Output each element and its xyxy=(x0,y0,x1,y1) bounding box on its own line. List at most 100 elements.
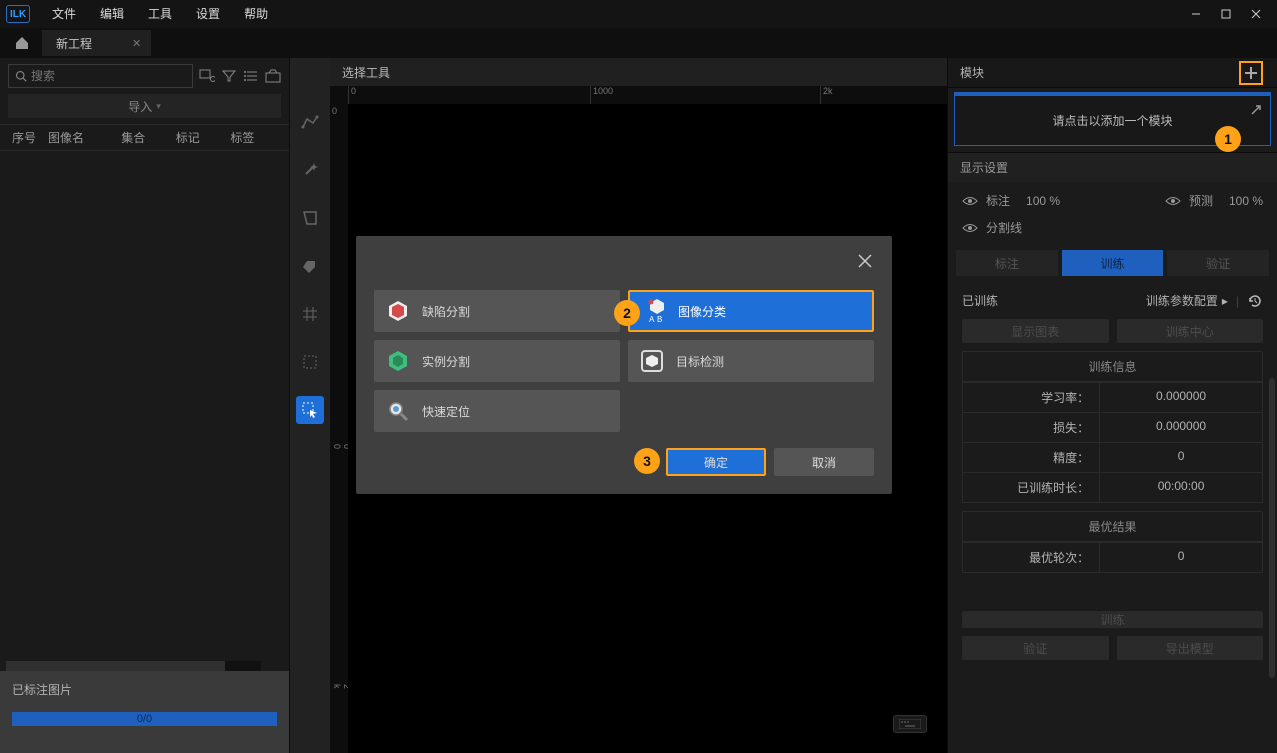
info-label: 已训练时长： xyxy=(963,472,1100,502)
module-option-image-classification[interactable]: 2 AB 图像分类 xyxy=(628,290,874,332)
eye-icon[interactable] xyxy=(1165,193,1181,209)
classification-icon: AB xyxy=(640,297,668,325)
col-mark[interactable]: 标记 xyxy=(172,129,227,146)
module-option-label: 目标检测 xyxy=(676,353,724,370)
import-button[interactable]: 导入 xyxy=(8,94,281,118)
best-result-table: 最优结果 最优轮次：0 xyxy=(962,511,1263,573)
eye-icon[interactable] xyxy=(962,193,978,209)
eye-icon[interactable] xyxy=(962,220,978,236)
project-tab-title: 新工程 xyxy=(56,35,92,52)
annotation-visibility-label: 标注 xyxy=(986,192,1010,209)
module-placeholder-text: 请点击以添加一个模块 xyxy=(1052,112,1172,129)
tab-train[interactable]: 训练 xyxy=(1062,250,1164,276)
right-panel-v-scrollbar[interactable] xyxy=(1269,378,1275,678)
module-option-defect-segmentation[interactable]: 缺陷分割 xyxy=(374,290,620,332)
tab-annotate[interactable]: 标注 xyxy=(956,250,1058,276)
magnifier-icon xyxy=(384,397,412,425)
filter-icon[interactable] xyxy=(221,65,237,87)
col-set[interactable]: 集合 xyxy=(117,129,172,146)
history-icon[interactable] xyxy=(1247,293,1263,309)
image-list-header: 序号 图像名 集合 标记 标签 xyxy=(0,124,289,151)
image-list-h-scrollbar[interactable] xyxy=(6,661,261,671)
module-type-dialog: 缺陷分割 2 AB 图像分类 实例分割 目标检测 快速定位 3 确定 取消 xyxy=(356,236,892,494)
import-label: 导入 xyxy=(128,98,152,115)
training-info-table: 训练信息 学习率：0.000000 损失：0.000000 精度：0 已训练时长… xyxy=(962,351,1263,503)
image-list-panel: 导入 序号 图像名 集合 标记 标签 已标注图片 0/0 xyxy=(0,58,290,753)
vertical-toolbar xyxy=(290,58,330,753)
module-option-object-detection[interactable]: 目标检测 xyxy=(628,340,874,382)
mode-tabs: 标注 训练 验证 xyxy=(948,246,1277,280)
annotation-progress-value: 0/0 xyxy=(12,712,277,726)
vertical-ruler: 0 1000 2k xyxy=(330,104,348,753)
image-settings-icon[interactable] xyxy=(199,65,215,87)
home-button[interactable] xyxy=(6,28,38,58)
tool-eraser[interactable] xyxy=(296,252,324,280)
col-name[interactable]: 图像名 xyxy=(44,129,117,146)
horizontal-ruler: 0 1000 2k xyxy=(330,86,947,104)
canvas-tool-title: 选择工具 xyxy=(330,58,947,86)
project-tab[interactable]: 新工程 ✕ xyxy=(42,30,151,56)
display-settings-title: 显示设置 xyxy=(948,152,1277,182)
search-input[interactable] xyxy=(31,69,186,83)
info-value: 0.000000 xyxy=(1100,382,1262,412)
tool-polygon[interactable] xyxy=(296,204,324,232)
tool-grid[interactable] xyxy=(296,300,324,328)
menu-help[interactable]: 帮助 xyxy=(232,0,280,28)
export-model-button[interactable]: 导出模型 xyxy=(1117,636,1264,660)
module-option-fast-locate[interactable]: 快速定位 xyxy=(374,390,620,432)
validate-button[interactable]: 验证 xyxy=(962,636,1109,660)
app-menubar: ILK 文件 编辑 工具 设置 帮助 xyxy=(0,0,1277,28)
dialog-ok-button[interactable]: 确定 xyxy=(666,448,766,476)
module-option-label: 缺陷分割 xyxy=(422,303,470,320)
svg-text:B: B xyxy=(657,315,662,324)
training-info-title: 训练信息 xyxy=(963,352,1262,382)
tutorial-step-2-badge: 2 xyxy=(614,300,640,326)
dialog-cancel-button[interactable]: 取消 xyxy=(774,448,874,476)
list-view-icon[interactable] xyxy=(243,65,259,87)
train-center-button[interactable]: 训练中心 xyxy=(1117,319,1264,343)
module-option-label: 图像分类 xyxy=(678,303,726,320)
app-logo: ILK xyxy=(6,5,30,23)
info-value: 0 xyxy=(1100,542,1262,572)
module-option-instance-segmentation[interactable]: 实例分割 xyxy=(374,340,620,382)
tool-polyline[interactable] xyxy=(296,108,324,136)
tab-close-icon[interactable]: ✕ xyxy=(132,37,141,50)
tab-validate[interactable]: 验证 xyxy=(1167,250,1269,276)
dialog-close-button[interactable] xyxy=(858,254,872,268)
annotation-status-footer: 已标注图片 0/0 xyxy=(0,671,289,753)
tool-select-rect[interactable] xyxy=(296,348,324,376)
tutorial-step-3-badge: 3 xyxy=(634,448,660,474)
info-label: 学习率： xyxy=(963,382,1100,412)
tool-magic-wand[interactable] xyxy=(296,156,324,184)
ruler-tick: 1000 xyxy=(590,86,613,104)
show-chart-button[interactable]: 显示图表 xyxy=(962,319,1109,343)
menu-edit[interactable]: 编辑 xyxy=(88,0,136,28)
module-panel: 模块 1 请点击以添加一个模块 显示设置 标注 100 % 预测 1 xyxy=(947,58,1277,753)
train-button[interactable]: 训练 xyxy=(962,611,1263,628)
info-value: 0.000000 xyxy=(1100,412,1262,442)
trained-label: 已训练 xyxy=(962,292,998,309)
col-index[interactable]: 序号 xyxy=(8,129,44,146)
menu-file[interactable]: 文件 xyxy=(40,0,88,28)
hexagon-green-icon xyxy=(384,347,412,375)
search-icon xyxy=(15,70,27,82)
camera-icon[interactable] xyxy=(265,65,281,87)
best-result-title: 最优结果 xyxy=(963,512,1262,542)
annotated-images-label: 已标注图片 xyxy=(12,681,277,698)
project-tabstrip: 新工程 ✕ xyxy=(0,28,1277,58)
window-close-button[interactable] xyxy=(1241,0,1271,28)
svg-text:A: A xyxy=(649,315,655,324)
menu-tools[interactable]: 工具 xyxy=(136,0,184,28)
info-label: 最优轮次： xyxy=(963,542,1100,572)
window-minimize-button[interactable] xyxy=(1181,0,1211,28)
tool-roi-select[interactable] xyxy=(296,396,324,424)
window-maximize-button[interactable] xyxy=(1211,0,1241,28)
col-tag[interactable]: 标签 xyxy=(226,129,281,146)
add-module-button[interactable] xyxy=(1239,61,1263,85)
info-label: 精度： xyxy=(963,442,1100,472)
annotation-opacity-value: 100 % xyxy=(1026,194,1060,208)
keyboard-shortcut-icon[interactable] xyxy=(893,715,927,733)
train-params-config-link[interactable]: 训练参数配置 xyxy=(1146,292,1218,309)
segline-visibility-label: 分割线 xyxy=(986,219,1022,236)
menu-settings[interactable]: 设置 xyxy=(184,0,232,28)
